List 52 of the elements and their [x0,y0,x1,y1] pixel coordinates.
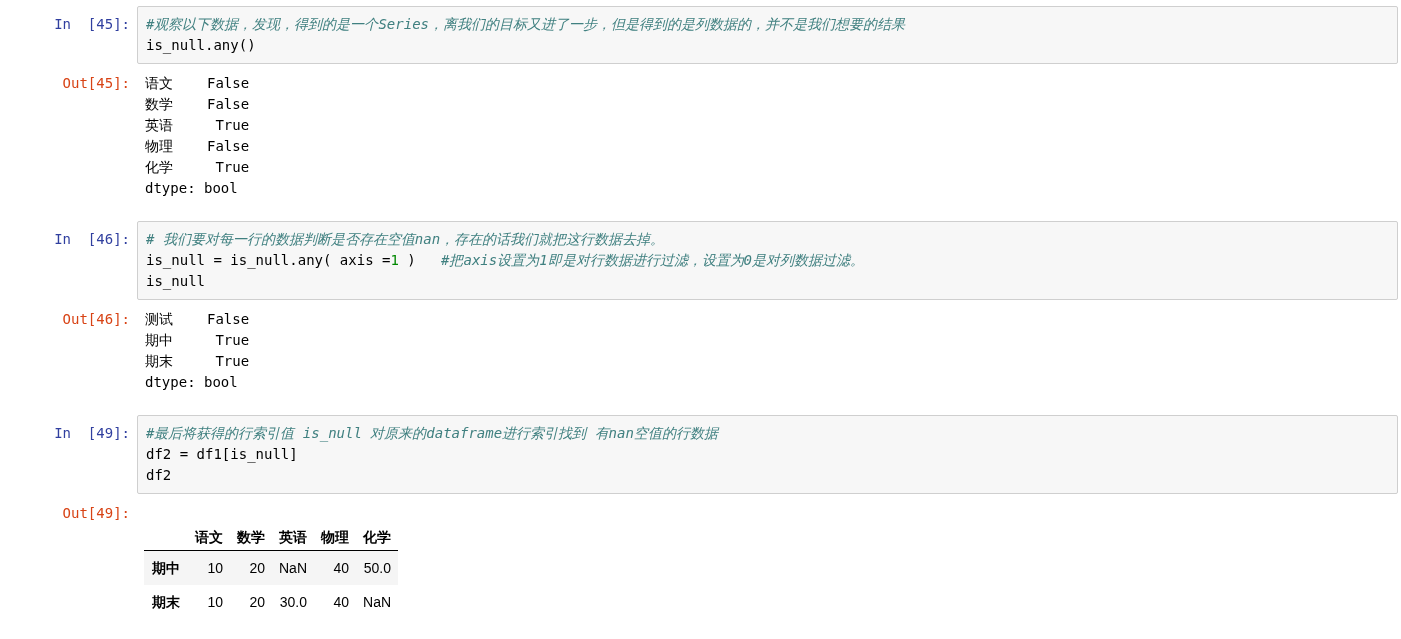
code-line: df2 = df1[is_null] [146,445,298,465]
series-value: True [215,116,250,135]
series-value: False [207,95,250,114]
column-header: 数学 [230,525,272,551]
table-cell: NaN [356,585,399,619]
table-cell: 20 [230,550,272,585]
table-cell: 40 [314,585,356,619]
code-line: is_null [146,272,205,292]
code-line: is_null = is_null.any( axis =1 ) #把axis设置为1即是对行数据进行过滤，设置为0是对列数据过滤。 [146,251,865,271]
column-header: 英语 [272,525,314,551]
series-index: 期中 [145,331,173,350]
series-index: 语文 [145,74,173,93]
code-line: # 我们要对每一行的数据判断是否存在空值nan，存在的话我们就把这行数据去掉。 [146,230,665,249]
column-header: 物理 [314,525,356,551]
code-line: #观察以下数据，发现，得到的是一个Series，离我们的目标又进了一步，但是得到的是列数据的，并不是我们想要的结果 [146,15,905,34]
out-prompt: Out[49]: [62,504,130,523]
series-value: False [207,310,250,329]
row-header: 期末 [144,585,188,619]
table-cell: 40 [314,550,356,585]
out-prompt: Out[45]: [62,74,130,93]
out-prompt: Out[46]: [62,310,130,329]
code-cell[interactable]: #观察以下数据，发现，得到的是一个Series，离我们的目标又进了一步，但是得到的是列数据的，并不是我们想要的结果 is_null.any() [137,6,1398,64]
series-value: False [207,74,250,93]
code-cell[interactable]: #最后将获得的行索引值 is_null 对原来的dataframe进行索引找到 有nan空值的行数据 df2 = df1[is_null] df2 [137,415,1398,494]
series-index: 物理 [145,137,173,156]
table-cell: 30.0 [272,585,314,619]
series-value: True [215,331,250,350]
column-header: 语文 [188,525,230,551]
code-line: is_null.any() [146,36,256,56]
table-cell: NaN [272,550,314,585]
in-prompt: In [49]: [54,424,130,443]
series-index: 英语 [145,116,173,135]
series-value: True [215,352,250,371]
series-index: 期末 [145,352,173,371]
code-line: #最后将获得的行索引值 is_null 对原来的dataframe进行索引找到 有nan空值的行数据 [146,424,718,444]
dtype-label: dtype: bool [145,373,238,392]
in-prompt: In [46]: [54,230,130,249]
table-cell: 10 [188,550,230,585]
column-header: 化学 [356,525,399,551]
table-cell: 50.0 [356,550,399,585]
series-index: 化学 [145,158,173,177]
table-cell: 10 [188,585,230,619]
dtype-label: dtype: bool [145,179,238,198]
series-value: True [215,158,250,177]
series-index: 数学 [145,95,173,114]
row-header: 期中 [144,550,188,585]
code-cell[interactable]: # 我们要对每一行的数据判断是否存在空值nan，存在的话我们就把这行数据去掉。 is_null = is_null.any( axis =1 ) #把axis设置为1即是对行数据进行过滤，设置为0是对列数据过滤。 is_null [137,221,1398,300]
series-value: False [207,137,250,156]
table-cell: 20 [230,585,272,619]
series-index: 测试 [145,310,173,329]
in-prompt: In [45]: [54,15,130,34]
code-line: df2 [146,466,172,485]
